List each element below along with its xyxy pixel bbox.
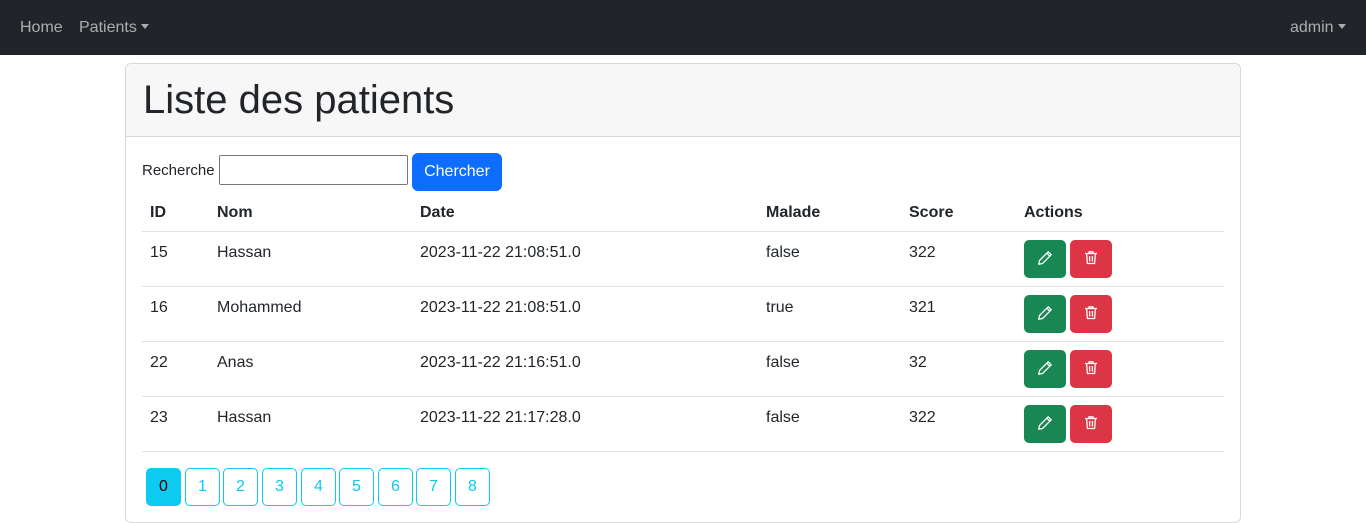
user-menu-label: admin (1290, 19, 1334, 36)
cell-score: 322 (909, 409, 936, 426)
cell-id: 15 (150, 244, 168, 261)
cell-nom: Hassan (217, 244, 272, 261)
page-title: Liste des patients (143, 78, 455, 122)
cell-id: 16 (150, 299, 168, 316)
delete-button[interactable] (1070, 295, 1112, 333)
page-button[interactable]: 4 (301, 468, 336, 506)
search-label: Recherche (142, 162, 215, 179)
table-row: 23 Hassan 2023-11-22 21:17:28.0 false 322 (142, 397, 1224, 452)
table-row: 15 Hassan 2023-11-22 21:08:51.0 false 322 (142, 232, 1224, 287)
top-navbar: Home Patients admin (0, 0, 1366, 55)
cell-nom: Mohammed (217, 299, 302, 316)
patients-card: Liste des patients Recherche Chercher ID… (125, 63, 1241, 523)
cell-malade: false (766, 244, 800, 261)
delete-button[interactable] (1070, 405, 1112, 443)
table-body: 15 Hassan 2023-11-22 21:08:51.0 false 322 16 M… (142, 232, 1224, 452)
column-header-score: Score (909, 204, 954, 221)
search-input[interactable] (219, 155, 408, 185)
delete-button[interactable] (1070, 240, 1112, 278)
trash-icon (1084, 360, 1098, 378)
column-header-nom: Nom (217, 204, 253, 221)
cell-id: 23 (150, 409, 168, 426)
trash-icon (1084, 415, 1098, 433)
trash-icon (1084, 250, 1098, 268)
table-row: 16 Mohammed 2023-11-22 21:08:51.0 true 321 (142, 287, 1224, 342)
cell-date: 2023-11-22 21:08:51.0 (420, 244, 581, 261)
pencil-icon (1037, 415, 1053, 434)
column-header-actions: Actions (1024, 204, 1083, 221)
pencil-icon (1037, 360, 1053, 379)
cell-score: 322 (909, 244, 936, 261)
column-header-date: Date (420, 204, 455, 221)
page-button[interactable]: 0 (146, 468, 181, 506)
cell-nom: Anas (217, 354, 254, 371)
cell-malade: false (766, 409, 800, 426)
column-header-malade: Malade (766, 204, 821, 221)
cell-malade: true (766, 299, 794, 316)
patients-table: ID Nom Date Malade Score Actions 15 Hassa… (142, 195, 1224, 452)
page-button[interactable]: 6 (378, 468, 413, 506)
search-button[interactable]: Chercher (412, 153, 502, 191)
nav-patients-dropdown[interactable]: Patients (79, 18, 149, 37)
chevron-down-icon (1337, 24, 1346, 29)
chevron-down-icon (140, 24, 149, 29)
delete-button[interactable] (1070, 350, 1112, 388)
table-row: 22 Anas 2023-11-22 21:16:51.0 false 32 (142, 342, 1224, 397)
cell-date: 2023-11-22 21:08:51.0 (420, 299, 581, 316)
page-button[interactable]: 3 (262, 468, 297, 506)
page-button[interactable]: 2 (223, 468, 258, 506)
card-header: Liste des patients (126, 64, 1240, 137)
cell-date: 2023-11-22 21:16:51.0 (420, 354, 581, 371)
page-button[interactable]: 5 (339, 468, 374, 506)
cell-score: 321 (909, 299, 936, 316)
edit-button[interactable] (1024, 240, 1066, 278)
cell-malade: false (766, 354, 800, 371)
cell-score: 32 (909, 354, 927, 371)
page-button[interactable]: 8 (455, 468, 490, 506)
nav-home-link[interactable]: Home (20, 18, 63, 37)
edit-button[interactable] (1024, 295, 1066, 333)
nav-patients-label: Patients (79, 19, 137, 36)
edit-button[interactable] (1024, 405, 1066, 443)
user-menu-dropdown[interactable]: admin (1290, 18, 1346, 37)
trash-icon (1084, 305, 1098, 323)
table-header-row: ID Nom Date Malade Score Actions (142, 195, 1224, 232)
pencil-icon (1037, 305, 1053, 324)
cell-date: 2023-11-22 21:17:28.0 (420, 409, 581, 426)
cell-id: 22 (150, 354, 168, 371)
edit-button[interactable] (1024, 350, 1066, 388)
pencil-icon (1037, 250, 1053, 269)
page-button[interactable]: 7 (416, 468, 451, 506)
cell-nom: Hassan (217, 409, 272, 426)
column-header-id: ID (150, 204, 166, 221)
page-button[interactable]: 1 (185, 468, 220, 506)
